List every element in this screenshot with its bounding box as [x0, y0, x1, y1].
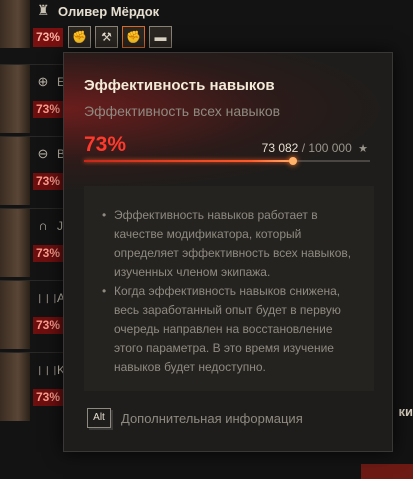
xp-max: 100 000 [308, 141, 352, 155]
commander-portrait [0, 0, 30, 48]
tooltip-glow [64, 53, 392, 193]
xp-separator: / [301, 141, 306, 155]
efficiency-percent: 73% [84, 133, 127, 156]
commander-efficiency-badge: 73% [33, 28, 63, 47]
crew-portrait [0, 209, 30, 277]
xp-current: 73 082 [261, 141, 299, 155]
tooltip-description: Эффективность навыков работает в качеств… [84, 186, 374, 391]
tools-icon[interactable]: ⚒ [95, 26, 118, 48]
tank-icon[interactable]: ▬ [149, 26, 172, 48]
commander-name: Оливер Мёрдок [58, 4, 160, 19]
efficiency-progress-fill [84, 160, 293, 162]
skill-fist-icon[interactable]: ✊ [122, 26, 145, 48]
crew-efficiency-badge: 73% [33, 245, 63, 262]
tooltip-title: Эффективность навыков [84, 77, 275, 94]
ammo-icon: ❘❘❘ [36, 365, 59, 375]
skill-efficiency-tooltip: Эффективность навыков Эффективность всех… [63, 52, 393, 452]
crew-efficiency-badge: 73% [33, 317, 63, 334]
experience-readout: 73 082 / 100 000 ★ [262, 141, 368, 155]
headphones-icon: ∩ [38, 218, 48, 233]
star-icon: ★ [358, 143, 368, 155]
tooltip-subtitle: Эффективность всех навыков [84, 103, 281, 119]
alt-key-icon: Alt [87, 408, 111, 428]
crew-efficiency-badge: 73% [33, 173, 63, 190]
crew-portrait [0, 281, 30, 349]
description-bullet: Когда эффективность навыков снижена, вес… [102, 282, 358, 377]
partial-label: ки [398, 404, 413, 419]
crosshair-icon: ⊕ [37, 74, 49, 89]
crew-efficiency-badge: 73% [33, 389, 63, 406]
more-info-label: Дополнительная информация [121, 411, 303, 426]
partial-red-button[interactable] [361, 464, 413, 479]
crew-portrait [0, 137, 30, 205]
crew-efficiency-badge: 73% [33, 101, 63, 118]
commander-icon: ♜ [37, 2, 50, 18]
efficiency-progress-bar [84, 157, 370, 165]
description-bullet: Эффективность навыков работает в качеств… [102, 206, 358, 282]
fist-icon[interactable]: ✊ [68, 26, 91, 48]
efficiency-progress-marker [288, 157, 297, 165]
ammo-icon: ❘❘❘ [36, 293, 59, 303]
steering-wheel-icon: ⊖ [37, 146, 49, 161]
crew-header-commander[interactable]: ♜ Оливер Мёрдок 73% ✊ ⚒ ✊ ▬ [0, 0, 413, 60]
crew-portrait [0, 353, 30, 421]
crew-portrait [0, 65, 30, 133]
